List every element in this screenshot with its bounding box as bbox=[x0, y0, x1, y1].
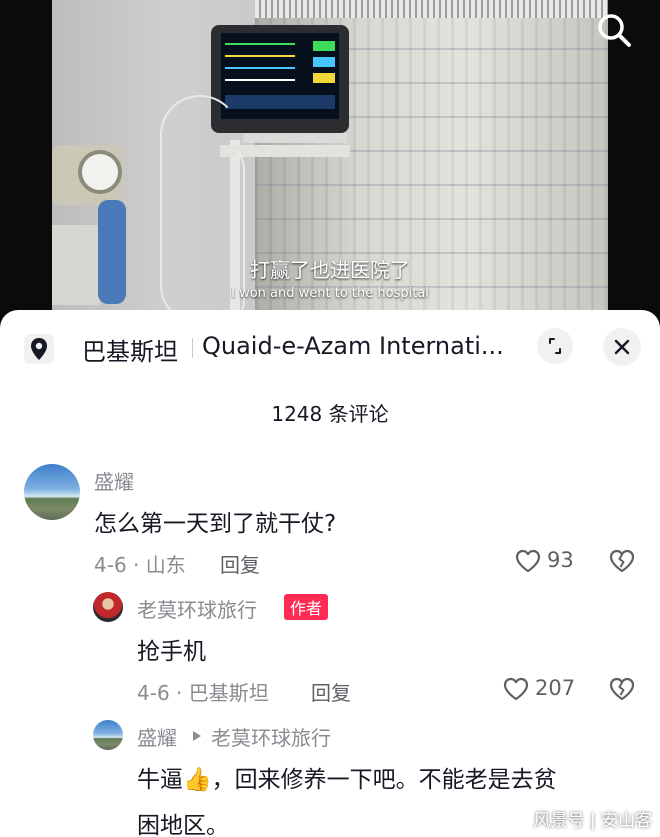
location-divider bbox=[192, 338, 193, 358]
avatar[interactable] bbox=[93, 720, 123, 750]
like-count: 207 bbox=[535, 676, 576, 700]
author-badge: 作者 bbox=[284, 594, 329, 620]
avatar[interactable] bbox=[24, 464, 80, 520]
video-monitor-base bbox=[243, 133, 347, 143]
comment-username[interactable]: 老莫环球旅行 bbox=[137, 594, 257, 623]
video-cable bbox=[185, 140, 245, 330]
heart-icon[interactable] bbox=[514, 548, 542, 574]
location-bar[interactable]: 巴基斯坦 Quaid-e-Azam Internati... bbox=[0, 328, 660, 368]
comment-sheet: 巴基斯坦 Quaid-e-Azam Internati... 1248 条评论 … bbox=[0, 310, 660, 837]
comment-username[interactable]: 盛耀 bbox=[137, 722, 177, 751]
broken-heart-icon[interactable] bbox=[608, 548, 636, 574]
reply-button[interactable]: 回复 bbox=[220, 549, 260, 578]
search-icon[interactable] bbox=[594, 10, 634, 50]
video-player[interactable]: 打赢了也进医院了 I won and went to the hospital bbox=[0, 0, 660, 330]
broken-heart-icon[interactable] bbox=[608, 676, 636, 702]
video-subtitle-english: I won and went to the hospital bbox=[231, 286, 429, 301]
avatar[interactable] bbox=[93, 592, 123, 622]
location-country: 巴基斯坦 bbox=[82, 338, 178, 366]
close-icon[interactable] bbox=[603, 328, 641, 366]
comment-text: 怎么第一天到了就干仗? bbox=[94, 511, 337, 537]
video-subtitle-chinese: 打赢了也进医院了 bbox=[250, 258, 410, 282]
comment-date-region: 4-6 · 山东 bbox=[94, 553, 186, 577]
comment-username[interactable]: 盛耀 bbox=[94, 466, 134, 495]
like-count: 93 bbox=[547, 548, 574, 572]
location-pin-icon bbox=[24, 334, 54, 364]
video-gauge-dial bbox=[78, 150, 122, 194]
comment-date-region: 4-6 · 巴基斯坦 bbox=[137, 681, 269, 705]
reply-arrow-icon bbox=[193, 731, 201, 741]
comment-count: 1248 条评论 bbox=[271, 402, 389, 426]
reply-button[interactable]: 回复 bbox=[311, 677, 351, 706]
comment-text: 困地区。 bbox=[137, 813, 229, 837]
watermark: 风景号 | 安山客 bbox=[533, 811, 652, 831]
video-curtain-rail bbox=[255, 0, 608, 18]
heart-icon[interactable] bbox=[502, 676, 530, 702]
comment-text: 抢手机 bbox=[137, 639, 206, 665]
comment-text: 牛逼👍，回来修养一下吧。不能老是去贫 bbox=[137, 767, 557, 793]
reply-target-username[interactable]: 老莫环球旅行 bbox=[211, 722, 331, 751]
location-place-name: Quaid-e-Azam Internati... bbox=[202, 332, 504, 360]
expand-icon[interactable] bbox=[537, 328, 573, 364]
